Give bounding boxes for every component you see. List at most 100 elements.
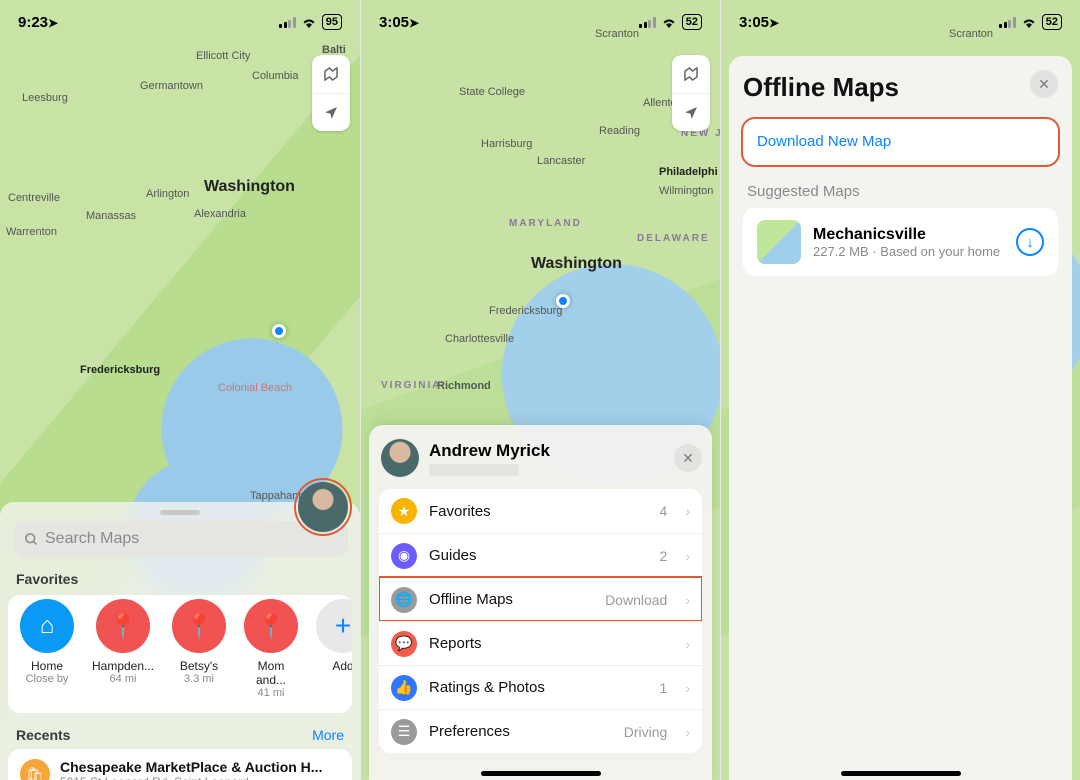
- menu-value: Download: [605, 592, 667, 608]
- profile-avatar: [381, 439, 419, 477]
- search-placeholder: Search Maps: [45, 530, 139, 548]
- map-city: Reading: [599, 125, 640, 137]
- recent-item[interactable]: 🛍 Chesapeake MarketPlace & Auction H... …: [8, 749, 352, 780]
- favorite-item[interactable]: 📍Betsy's3.3 mi: [172, 599, 226, 699]
- wifi-icon: [661, 16, 677, 28]
- map-city: Richmond: [437, 380, 491, 392]
- favorite-label: Add: [316, 659, 352, 673]
- menu-offline-maps[interactable]: 🌐Offline MapsDownload›: [379, 577, 702, 621]
- download-new-map-button[interactable]: Download New Map: [743, 119, 1058, 165]
- recent-subtitle: 5015 St Leonard Rd, Saint Leonard: [60, 775, 340, 780]
- map-city: Germantown: [140, 80, 203, 92]
- close-button[interactable]: ✕: [1030, 70, 1058, 98]
- search-input[interactable]: Search Maps: [14, 521, 348, 557]
- chevron-right-icon: ›: [685, 548, 690, 564]
- favorite-sub: 41 mi: [244, 687, 298, 699]
- current-location-dot: [556, 294, 570, 308]
- menu-preferences[interactable]: ☰PreferencesDriving›: [379, 709, 702, 753]
- star-icon: ★: [391, 498, 417, 524]
- locate-me-button[interactable]: [312, 93, 350, 131]
- menu-value: Driving: [624, 724, 668, 740]
- menu-label: Ratings & Photos: [429, 679, 648, 696]
- menu-reports[interactable]: 💬 Reports ›: [379, 621, 702, 665]
- profile-sheet[interactable]: Andrew Myrick ✕ ★ Favorites 4 › ◉ Guides 2 › 🌐…: [369, 425, 712, 780]
- profile-avatar-button[interactable]: [298, 482, 348, 532]
- map-layers-button[interactable]: [312, 55, 350, 93]
- map-city: Philadelphi: [659, 166, 718, 178]
- map-city: Fredericksburg: [80, 364, 160, 376]
- chevron-right-icon: ›: [685, 636, 690, 652]
- chevron-right-icon: ›: [685, 724, 690, 740]
- close-button[interactable]: ✕: [674, 444, 702, 472]
- home-indicator[interactable]: [841, 771, 961, 776]
- guides-icon: ◉: [391, 543, 417, 569]
- status-time: 3:05: [379, 14, 409, 31]
- location-services-icon: ➤: [409, 16, 419, 30]
- favorite-label: Mom and...: [244, 659, 298, 687]
- map-city: State College: [459, 86, 525, 98]
- map-city-washington: Washington: [204, 178, 295, 196]
- more-link[interactable]: More: [312, 727, 344, 743]
- menu-label: Favorites: [429, 503, 648, 520]
- sheet-grabber[interactable]: [160, 510, 200, 515]
- chevron-right-icon: ›: [685, 680, 690, 696]
- chevron-right-icon: ›: [685, 503, 690, 519]
- map-layers-button[interactable]: [672, 55, 710, 93]
- wifi-icon: [1021, 16, 1037, 28]
- phone-screenshot-2: Washington Philadelphi Harrisburg Lancas…: [360, 0, 720, 780]
- battery-indicator: 95: [322, 14, 342, 30]
- download-icon-button[interactable]: ↓: [1016, 228, 1044, 256]
- map-city: Leesburg: [22, 92, 68, 104]
- recents-heading: Recents: [16, 727, 70, 743]
- map-city: Harrisburg: [481, 138, 532, 150]
- menu-guides[interactable]: ◉ Guides 2 ›: [379, 533, 702, 577]
- favorite-sub: 3.3 mi: [172, 673, 226, 685]
- favorite-sub: 64 mi: [92, 673, 154, 685]
- menu-ratings[interactable]: 👍 Ratings & Photos 1 ›: [379, 665, 702, 709]
- status-bar: 9:23➤ 95: [0, 0, 360, 44]
- sliders-icon: ☰: [391, 719, 417, 745]
- thumb-icon: 👍: [391, 675, 417, 701]
- favorite-add[interactable]: +Add: [316, 599, 352, 699]
- menu-value: 1: [660, 680, 668, 696]
- map-city: Colonial Beach: [218, 382, 292, 394]
- menu-label: Guides: [429, 547, 648, 564]
- map-state: VIRGINIA: [381, 380, 441, 391]
- menu-value: 2: [660, 548, 668, 564]
- map-controls: [312, 55, 350, 131]
- status-time: 9:23: [18, 14, 48, 31]
- favorites-heading: Favorites: [0, 567, 360, 595]
- download-new-label: Download New Map: [757, 133, 891, 150]
- offline-maps-panel: Offline Maps ✕ Download New Map Suggeste…: [729, 56, 1072, 780]
- battery-indicator: 52: [1042, 14, 1062, 30]
- profile-email-redacted: [429, 464, 519, 476]
- map-city: Charlottesville: [445, 333, 514, 345]
- cell-signal-icon: [999, 17, 1016, 28]
- favorite-item[interactable]: 📍 Mom and...41 mi: [244, 599, 298, 699]
- suggested-map-item[interactable]: Mechanicsville 227.2 MB · Based on your …: [743, 208, 1058, 276]
- favorite-item[interactable]: 📍Hampden...64 mi: [92, 599, 154, 699]
- map-city: Fredericksburg: [489, 305, 562, 317]
- chat-icon: 💬: [391, 631, 417, 657]
- menu-favorites[interactable]: ★ Favorites 4 ›: [379, 489, 702, 533]
- locate-me-button[interactable]: [672, 93, 710, 131]
- pin-icon: 📍: [244, 599, 298, 653]
- favorites-row[interactable]: ⌂HomeClose by 📍Hampden...64 mi 📍Betsy's3…: [8, 595, 352, 713]
- map-city: Ellicott City: [196, 50, 250, 62]
- shopping-icon: 🛍: [20, 759, 50, 780]
- map-city: Warrenton: [6, 226, 57, 238]
- pin-icon: 📍: [172, 599, 226, 653]
- search-sheet[interactable]: Search Maps Favorites ⌂HomeClose by 📍Ham…: [0, 502, 360, 780]
- home-indicator[interactable]: [481, 771, 601, 776]
- favorite-home[interactable]: ⌂HomeClose by: [20, 599, 74, 699]
- status-bar: 3:05➤ 52: [721, 0, 1080, 44]
- menu-label: Reports: [429, 635, 667, 652]
- globe-icon: 🌐: [391, 587, 417, 613]
- location-services-icon: ➤: [769, 16, 779, 30]
- map-thumbnail: [757, 220, 801, 264]
- phone-screenshot-3: Scranton 3:05➤ 52 Offline Maps ✕ Downloa…: [720, 0, 1080, 780]
- map-city: Lancaster: [537, 155, 585, 167]
- menu-value: 4: [660, 503, 668, 519]
- map-state: DELAWARE: [637, 233, 710, 244]
- profile-name: Andrew Myrick: [429, 441, 550, 461]
